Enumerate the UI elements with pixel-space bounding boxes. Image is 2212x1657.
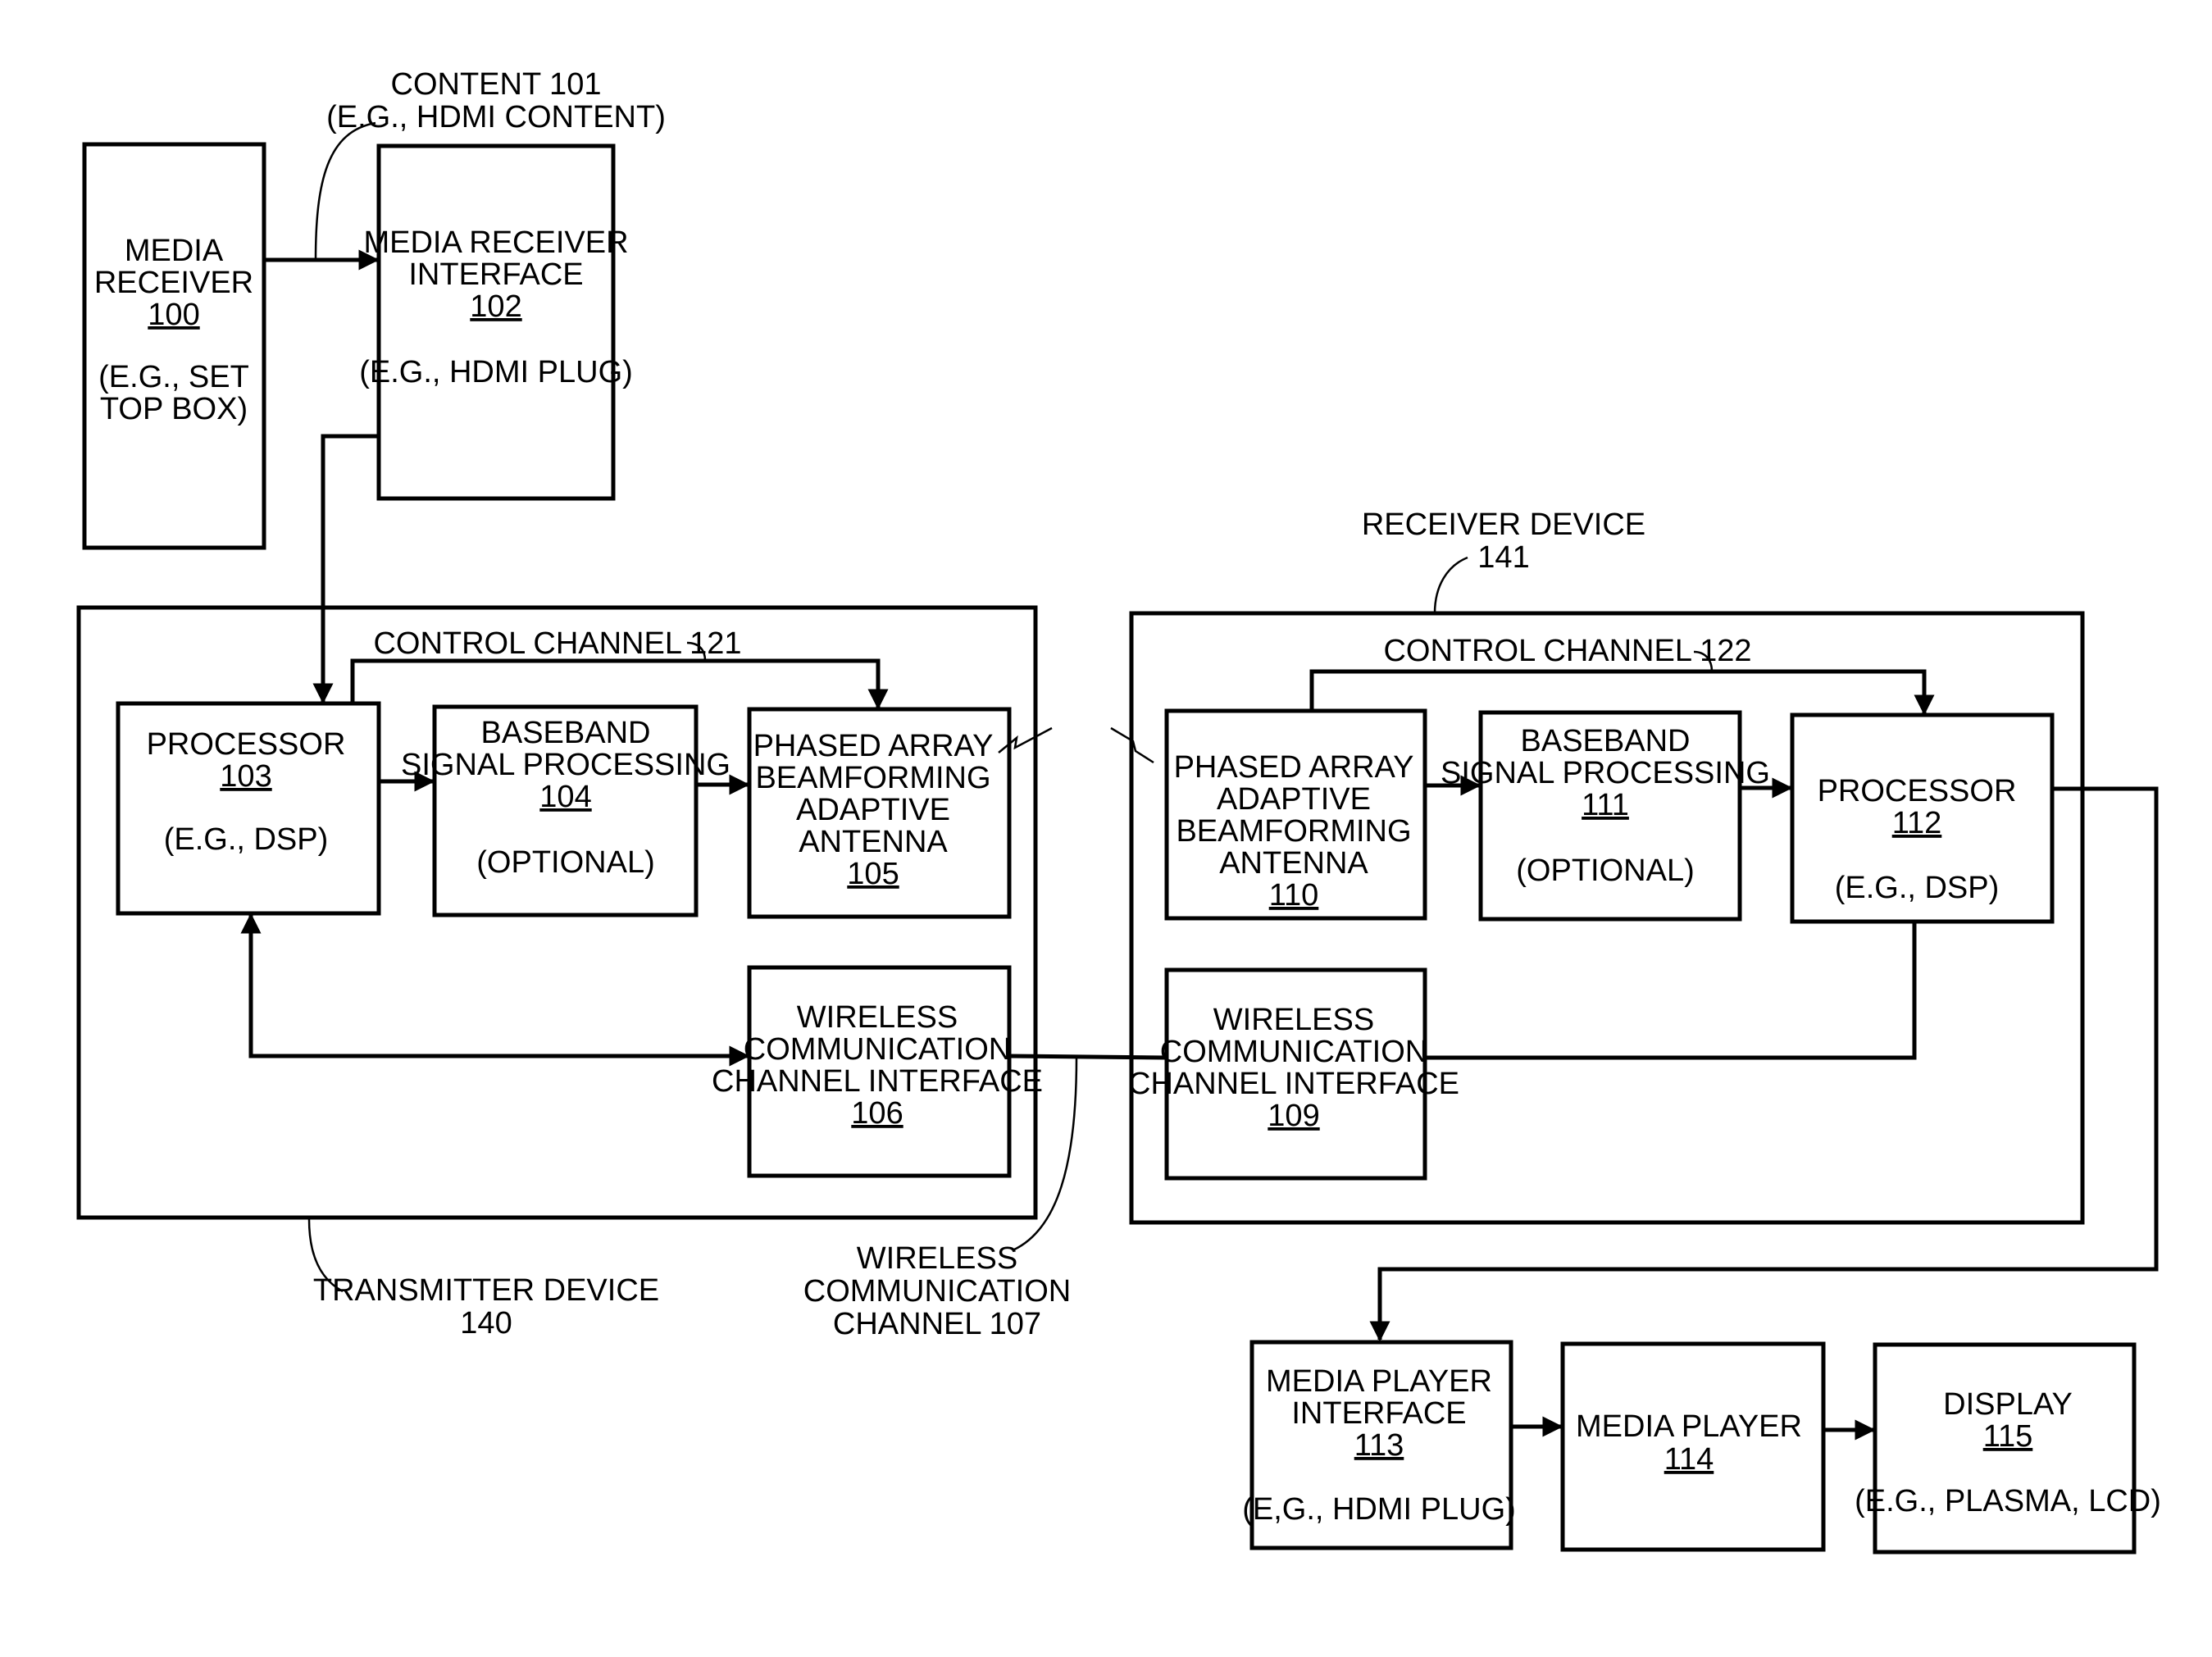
- edge-103-to-106-bidirectional: [240, 913, 750, 1067]
- block-ref: 104: [539, 780, 591, 814]
- block-ref: 102: [470, 289, 521, 324]
- block-title: MEDIA RECEIVER: [363, 225, 628, 260]
- block-title: COMMUNICATION: [744, 1032, 1012, 1067]
- block-ref: 105: [847, 857, 899, 891]
- block-title: ADAPTIVE: [796, 793, 950, 827]
- block-ref: 109: [1268, 1099, 1319, 1133]
- block-antenna-105[interactable]: PHASED ARRAY BEAMFORMING ADAPTIVE ANTENN…: [747, 707, 1012, 919]
- label-transmitter-device-ref: 140: [460, 1306, 512, 1341]
- block-wccif-106[interactable]: WIRELESS COMMUNICATION CHANNEL INTERFACE…: [712, 965, 1043, 1178]
- edge-control-channel-121: [350, 658, 889, 710]
- block-title: BEAMFORMING: [755, 761, 990, 795]
- block-ref: 110: [1269, 878, 1319, 913]
- block-title: MEDIA PLAYER: [1576, 1409, 1802, 1444]
- edge-wireless-channel-106-109: [1008, 1054, 1167, 1060]
- label-receiver-device-ref: 141: [1477, 540, 1529, 575]
- label-wireless-channel: COMMUNICATION: [803, 1274, 1072, 1309]
- block-title: PHASED ARRAY: [753, 729, 994, 763]
- label-receiver-device: RECEIVER DEVICE: [1362, 508, 1645, 542]
- block-title: INTERFACE: [408, 257, 583, 292]
- block-media-player-interface[interactable]: MEDIA PLAYER INTERFACE 113 (E,G., HDMI P…: [1242, 1340, 1516, 1550]
- block-note: (OPTIONAL): [476, 845, 654, 880]
- block-note: (E,G., HDMI PLUG): [1242, 1492, 1516, 1527]
- block-title: PROCESSOR: [147, 727, 346, 762]
- block-title: BASEBAND: [481, 716, 651, 750]
- block-title: MEDIA PLAYER: [1266, 1364, 1492, 1399]
- block-media-receiver[interactable]: MEDIA RECEIVER 100 (E.G., SET TOP BOX): [82, 142, 266, 550]
- label-control-channel-122: CONTROL CHANNEL 122: [1383, 634, 1751, 668]
- edge-control-channel-122: [1309, 669, 1935, 716]
- block-processor-112[interactable]: PROCESSOR 112 (E.G., DSP): [1790, 712, 2055, 924]
- label-transmitter-device: TRANSMITTER DEVICE: [313, 1273, 659, 1308]
- block-baseband-111[interactable]: BASEBAND SIGNAL PROCESSING 111 (OPTIONAL…: [1441, 710, 1770, 922]
- block-note: (OPTIONAL): [1516, 854, 1694, 888]
- block-title: BEAMFORMING: [1176, 814, 1411, 849]
- block-baseband-104[interactable]: BASEBAND SIGNAL PROCESSING 104 (OPTIONAL…: [401, 704, 731, 917]
- block-title: PROCESSOR: [1818, 774, 2017, 808]
- block-title: ADAPTIVE: [1217, 782, 1371, 817]
- block-note: (E.G., DSP): [164, 822, 329, 857]
- block-title: BASEBAND: [1521, 724, 1691, 758]
- leader-receiver-141: [1433, 556, 1468, 614]
- block-note: (E.G., HDMI PLUG): [359, 355, 633, 389]
- block-note: (E.G., PLASMA, LCD): [1855, 1484, 2161, 1518]
- block-title: WIRELESS: [1213, 1003, 1374, 1037]
- block-media-receiver-interface[interactable]: MEDIA RECEIVER INTERFACE 102 (E.G., HDMI…: [359, 143, 633, 501]
- block-title: ANTENNA: [1219, 846, 1368, 881]
- block-title: SIGNAL PROCESSING: [1441, 756, 1770, 790]
- block-ref: 112: [1892, 806, 1942, 840]
- block-processor-103[interactable]: PROCESSOR 103 (E.G., DSP): [116, 701, 381, 916]
- block-title: ANTENNA: [799, 825, 948, 859]
- block-note: (E.G., SET: [98, 360, 249, 394]
- label-content-101-note: (E.G., HDMI CONTENT): [326, 100, 666, 134]
- block-ref: 115: [1983, 1419, 2033, 1454]
- block-title: INTERFACE: [1291, 1396, 1466, 1431]
- block-ref: 100: [148, 298, 199, 332]
- label-content-101: CONTENT 101: [391, 67, 602, 102]
- block-ref: 111: [1582, 788, 1629, 822]
- block-note: (E.G., DSP): [1835, 871, 2000, 905]
- label-wireless-channel: CHANNEL 107: [833, 1307, 1041, 1341]
- block-ref: 113: [1354, 1428, 1404, 1463]
- block-title: COMMUNICATION: [1160, 1035, 1428, 1069]
- block-title: PHASED ARRAY: [1174, 750, 1414, 785]
- block-media-player[interactable]: MEDIA PLAYER 114: [1560, 1341, 1826, 1552]
- edge-109-to-112: [1425, 922, 1917, 1060]
- block-display[interactable]: DISPLAY 115 (E.G., PLASMA, LCD): [1855, 1342, 2161, 1555]
- block-wccif-109[interactable]: WIRELESS COMMUNICATION CHANNEL INTERFACE…: [1128, 967, 1459, 1181]
- block-title: CHANNEL INTERFACE: [712, 1064, 1043, 1099]
- block-ref: 114: [1664, 1442, 1714, 1477]
- block-title: MEDIA: [125, 234, 224, 268]
- block-title: DISPLAY: [1943, 1387, 2073, 1422]
- block-title: CHANNEL INTERFACE: [1128, 1067, 1459, 1101]
- block-ref: 106: [851, 1096, 903, 1131]
- label-wireless-channel: WIRELESS: [857, 1241, 1017, 1276]
- block-title: SIGNAL PROCESSING: [401, 748, 731, 782]
- block-diagram: MEDIA RECEIVER 100 (E.G., SET TOP BOX) M…: [76, 67, 2161, 1555]
- label-control-channel-121: CONTROL CHANNEL 121: [373, 626, 741, 661]
- block-antenna-110[interactable]: PHASED ARRAY ADAPTIVE BEAMFORMING ANTENN…: [1164, 708, 1427, 921]
- block-title: WIRELESS: [797, 1000, 958, 1035]
- block-title: RECEIVER: [94, 266, 253, 300]
- block-note: TOP BOX): [100, 392, 248, 426]
- block-ref: 103: [220, 759, 271, 794]
